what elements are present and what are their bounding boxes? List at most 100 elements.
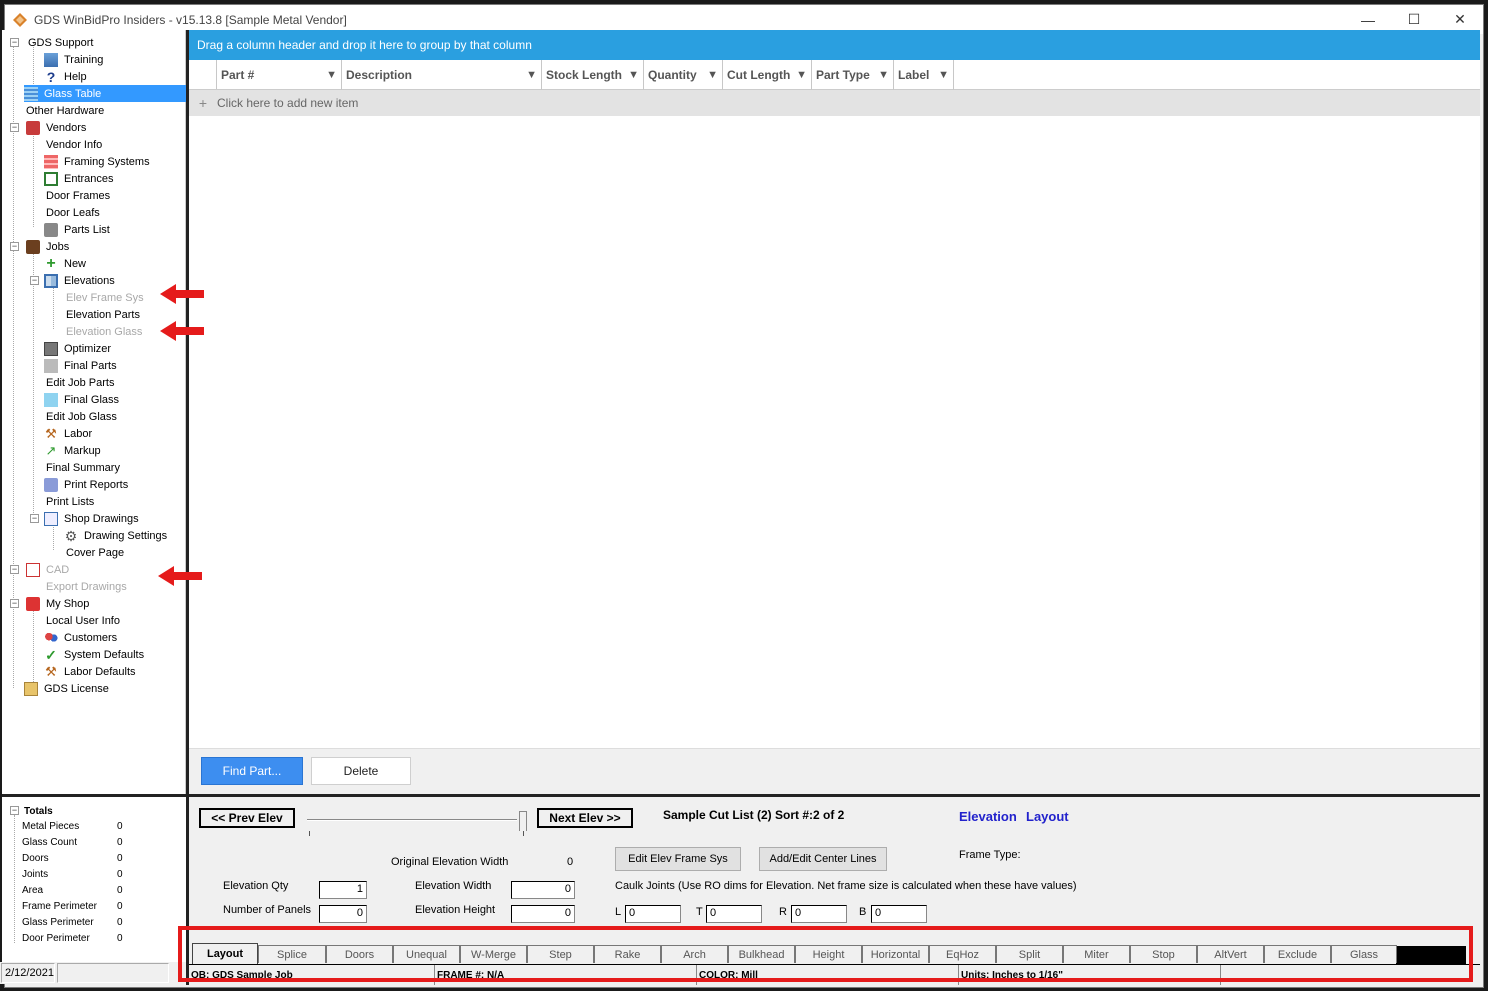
tree-label: Parts List [64,223,110,236]
elevation-height-input[interactable]: 0 [511,905,575,923]
tree-item-help[interactable]: ? Help [44,68,89,85]
tree-item-final-parts[interactable]: Final Parts [44,357,119,374]
total-row: Door Perimeter 0 [2,930,186,946]
add-edit-center-lines-button[interactable]: Add/Edit Center Lines [759,847,887,871]
tree-item-training[interactable]: Training [44,51,105,68]
column-header-stock-length[interactable]: Stock Length ▼ [542,60,644,90]
column-header-label[interactable]: Label ▼ [894,60,954,90]
totals-header[interactable]: − Totals [2,803,186,819]
tree-item-new[interactable]: + New [44,255,88,272]
filter-icon[interactable]: ▼ [326,69,337,81]
column-header-part-number[interactable]: Part # ▼ [217,60,342,90]
tree-item-final-summary[interactable]: Final Summary [44,459,122,476]
column-header-quantity[interactable]: Quantity ▼ [644,60,723,90]
tree-label: Markup [64,444,101,457]
tree-item-final-glass[interactable]: Final Glass [44,391,121,408]
total-value: 0 [117,884,123,896]
tree-item-elevation-glass[interactable]: Elevation Glass [64,323,144,340]
tree-item-print-reports[interactable]: Print Reports [44,476,130,493]
delete-button[interactable]: Delete [311,757,411,785]
tree-item-optimizer[interactable]: Optimizer [44,340,113,357]
column-header-description[interactable]: Description ▼ [342,60,542,90]
caulk-left-input[interactable]: 0 [625,905,681,923]
column-header-part-type[interactable]: Part Type ▼ [812,60,894,90]
column-header-cut-length[interactable]: Cut Length ▼ [723,60,812,90]
tree-label: Framing Systems [64,155,150,168]
caulk-top-label: T [696,906,703,918]
collapse-icon[interactable]: − [10,599,19,608]
tree-label: Local User Info [46,614,120,627]
filter-icon[interactable]: ▼ [878,69,889,81]
collapse-icon[interactable]: − [30,514,39,523]
tree-connector [33,134,34,227]
gear-icon: ⚙ [64,527,78,544]
elevation-width-input[interactable]: 0 [511,881,575,899]
caulk-bottom-input[interactable]: 0 [871,905,927,923]
collapse-icon[interactable]: − [30,276,39,285]
tree-item-vendor-info[interactable]: Vendor Info [44,136,104,153]
tree-label: Vendor Info [46,138,103,151]
tree-item-elevations[interactable]: − Elevations [26,272,117,289]
tree-item-labor-defaults[interactable]: ⚒ Labor Defaults [44,663,138,680]
collapse-icon[interactable]: − [10,565,19,574]
navigation-tree[interactable]: − GDS Support Training ? Help Glass Tabl… [2,30,186,794]
total-name: Door Perimeter [22,932,90,944]
group-by-panel[interactable]: Drag a column header and drop it here to… [189,30,1480,60]
elevation-slider-thumb[interactable] [519,811,527,831]
number-of-panels-input[interactable]: 0 [319,905,367,923]
filter-icon[interactable]: ▼ [707,69,718,81]
filter-icon[interactable]: ▼ [938,69,949,81]
tree-item-elevation-parts[interactable]: Elevation Parts [64,306,142,323]
next-elev-button[interactable]: Next Elev >> [537,808,633,828]
caulk-top-input[interactable]: 0 [706,905,762,923]
tree-item-edit-job-glass[interactable]: Edit Job Glass [44,408,119,425]
collapse-icon[interactable]: − [10,806,19,815]
tree-item-cover-page[interactable]: Cover Page [64,544,126,561]
tree-item-edit-job-parts[interactable]: Edit Job Parts [44,374,116,391]
caulk-right-input[interactable]: 0 [791,905,847,923]
edit-elev-frame-sys-button[interactable]: Edit Elev Frame Sys [615,847,741,871]
tree-item-my-shop[interactable]: − My Shop [6,595,91,612]
column-label: Cut Length [727,68,791,82]
collapse-icon[interactable]: − [10,242,19,251]
filter-icon[interactable]: ▼ [796,69,807,81]
tree-item-print-lists[interactable]: Print Lists [44,493,96,510]
tree-label: My Shop [46,597,90,610]
add-plus-icon: + [46,254,56,272]
tree-label: Elevation Parts [66,308,140,321]
filter-icon[interactable]: ▼ [526,69,537,81]
tree-item-shop-drawings[interactable]: − Shop Drawings [26,510,141,527]
elevation-slider-track[interactable] [307,819,517,821]
tree-item-export-drawings[interactable]: Export Drawings [44,578,129,595]
tree-item-customers[interactable]: Customers [44,629,119,646]
tree-item-markup[interactable]: ↗ Markup [44,442,103,459]
tree-item-system-defaults[interactable]: ✓ System Defaults [44,646,146,663]
tree-item-local-user-info[interactable]: Local User Info [44,612,122,629]
tree-item-door-frames[interactable]: Door Frames [44,187,112,204]
find-part-button[interactable]: Find Part... [201,757,303,785]
tree-item-cad[interactable]: − CAD [6,561,71,578]
tree-label: Entrances [64,172,114,185]
collapse-icon[interactable]: − [10,38,19,47]
tree-item-labor[interactable]: ⚒ Labor [44,425,94,442]
slider-tick [309,831,310,836]
tree-item-glass-table[interactable]: Glass Table [24,85,186,102]
tree-item-entrances[interactable]: Entrances [44,170,116,187]
tree-item-other-hardware[interactable]: Other Hardware [24,102,106,119]
tree-connector [13,42,14,688]
tree-item-gds-license[interactable]: GDS License [24,680,111,697]
tree-item-parts-list[interactable]: Parts List [44,221,112,238]
group-by-hint: Drag a column header and drop it here to… [197,38,532,52]
tree-item-door-leafs[interactable]: Door Leafs [44,204,102,221]
prev-elev-button[interactable]: << Prev Elev [199,808,295,828]
tree-item-gds-support[interactable]: − GDS Support [6,34,95,51]
elevation-qty-input[interactable]: 1 [319,881,367,899]
tree-item-drawing-settings[interactable]: ⚙ Drawing Settings [64,527,169,544]
tree-item-elev-frame-sys[interactable]: Elev Frame Sys [64,289,146,306]
tree-item-vendors[interactable]: − Vendors [6,119,88,136]
tree-item-jobs[interactable]: − Jobs [6,238,71,255]
add-new-item-row[interactable]: + Click here to add new item [189,90,1480,116]
tree-item-framing-systems[interactable]: Framing Systems [44,153,152,170]
filter-icon[interactable]: ▼ [628,69,639,81]
collapse-icon[interactable]: − [10,123,19,132]
